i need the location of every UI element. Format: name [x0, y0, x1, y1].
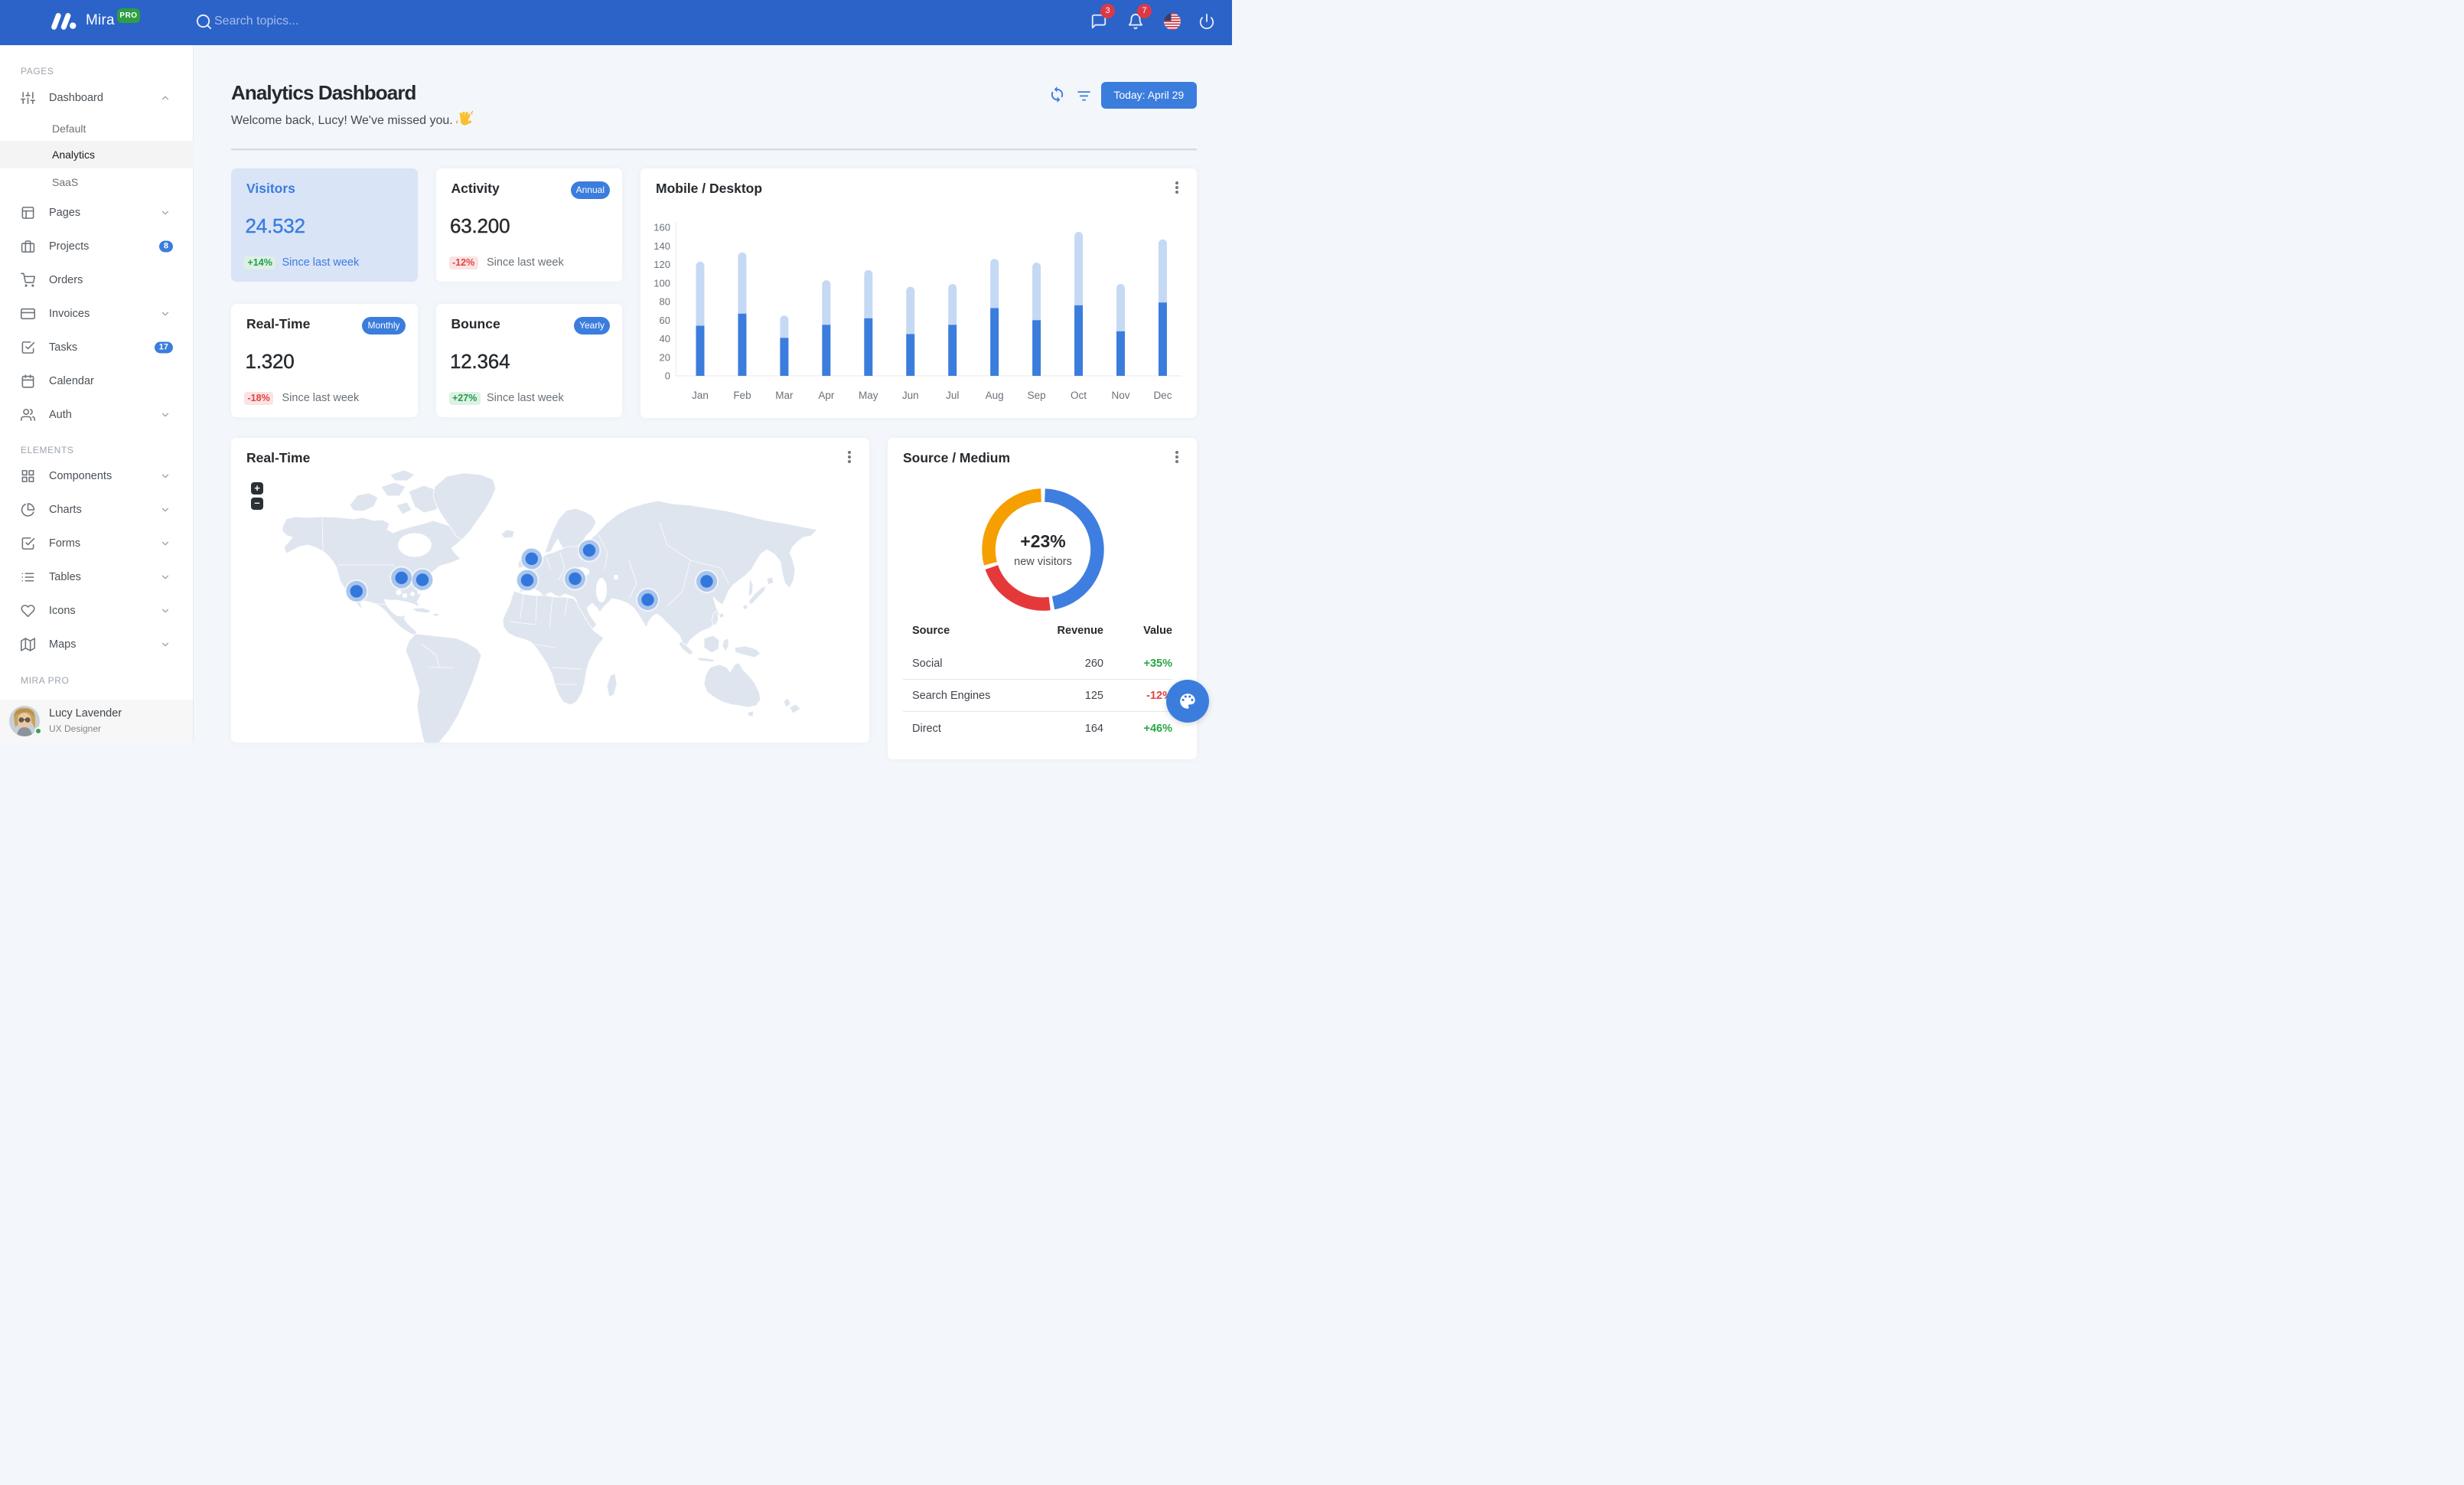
svg-text:Jul: Jul [946, 390, 959, 401]
svg-text:20: 20 [660, 351, 670, 363]
svg-text:May: May [859, 390, 878, 401]
svg-text:Mar: Mar [775, 390, 794, 401]
svg-text:120: 120 [653, 259, 670, 270]
svg-text:Apr: Apr [818, 390, 835, 401]
svg-text:new visitors: new visitors [1014, 556, 1072, 568]
svg-text:Aug: Aug [986, 390, 1004, 401]
svg-text:+23%: +23% [1020, 531, 1065, 551]
svg-text:Sep: Sep [1028, 390, 1046, 401]
svg-text:140: 140 [653, 240, 670, 252]
svg-text:160: 160 [653, 222, 670, 233]
svg-text:Nov: Nov [1111, 390, 1129, 401]
svg-text:60: 60 [660, 315, 670, 326]
svg-text:40: 40 [660, 333, 670, 344]
svg-text:Oct: Oct [1071, 390, 1087, 401]
svg-text:Dec: Dec [1153, 390, 1172, 401]
svg-text:80: 80 [660, 296, 670, 308]
svg-text:0: 0 [665, 370, 670, 382]
svg-text:Feb: Feb [733, 390, 751, 401]
svg-text:Jan: Jan [692, 390, 709, 401]
svg-text:100: 100 [653, 277, 670, 289]
svg-text:Jun: Jun [902, 390, 919, 401]
